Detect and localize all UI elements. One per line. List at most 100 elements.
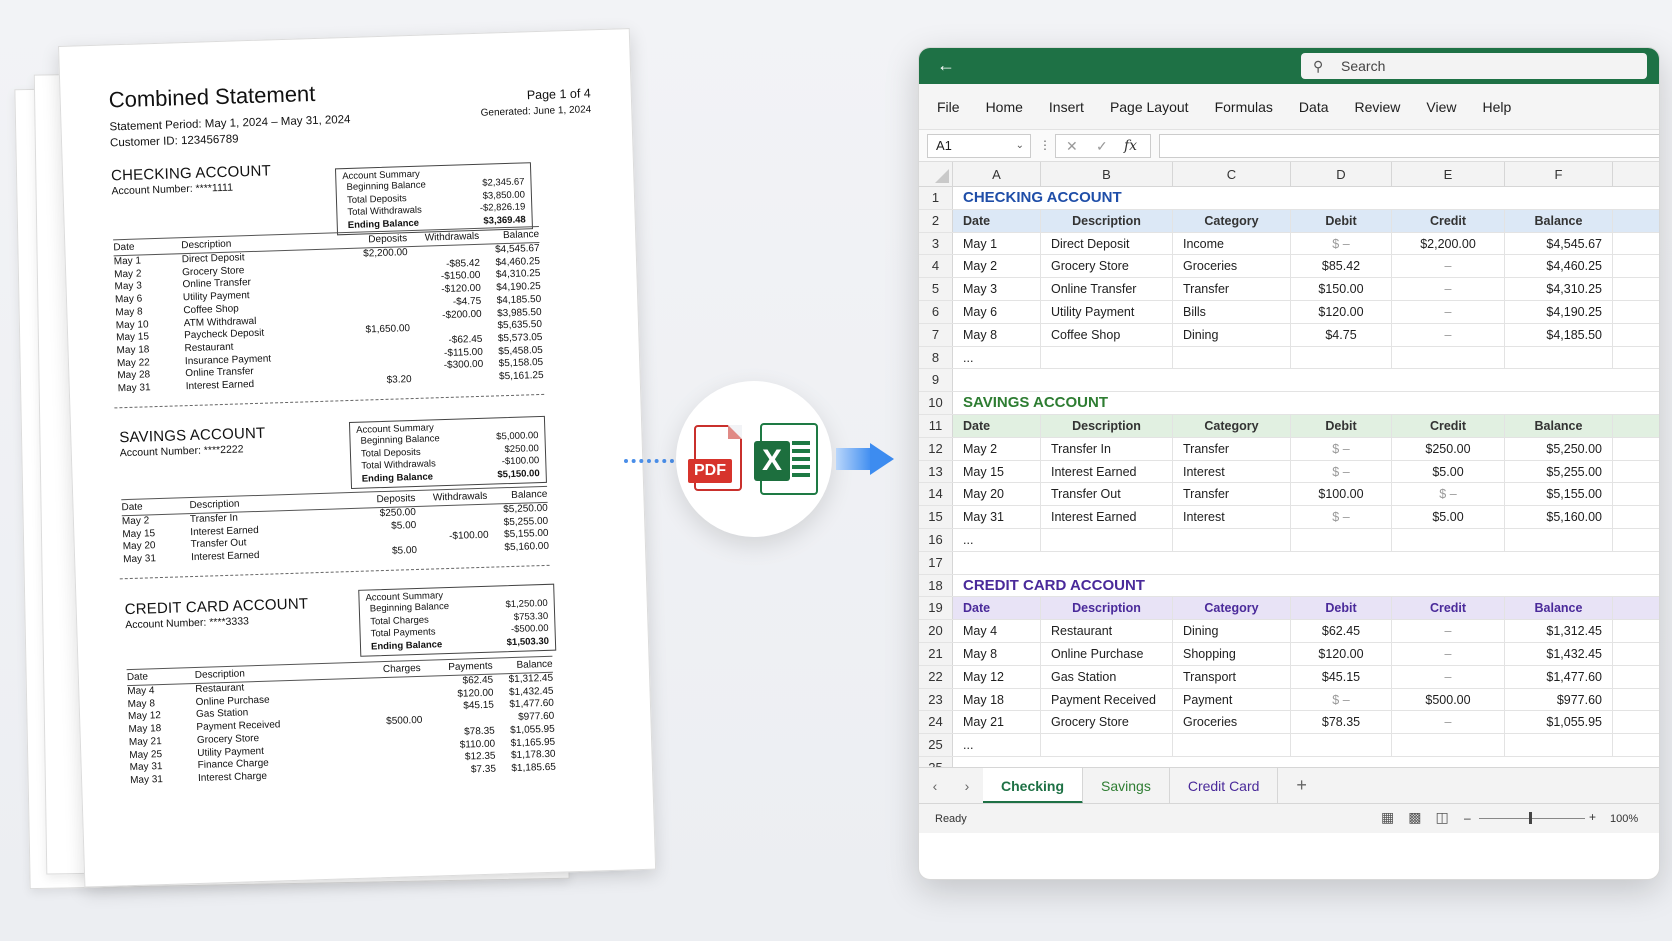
cell[interactable]: Transport (1173, 665, 1291, 688)
cell[interactable]: Interest (1173, 460, 1291, 483)
column-header-f[interactable]: F (1505, 162, 1613, 186)
cell[interactable] (1041, 528, 1173, 551)
ellipsis-cell[interactable]: ... (953, 528, 1041, 551)
cell[interactable]: Grocery Store (1041, 711, 1173, 734)
sheet-tab-checking[interactable]: Checking (983, 767, 1084, 804)
row-number[interactable]: 24 (919, 711, 953, 734)
column-label[interactable]: Description (1041, 597, 1173, 620)
cell[interactable]: $ – (1291, 232, 1392, 255)
select-all-corner[interactable] (919, 162, 953, 186)
row-number[interactable]: 22 (919, 665, 953, 688)
section-title[interactable]: CHECKING ACCOUNT (953, 187, 1659, 209)
cell[interactable]: $5.00 (1392, 506, 1505, 528)
cell[interactable]: Income (1173, 232, 1291, 255)
prev-sheet-icon[interactable]: ‹ (919, 778, 951, 794)
ellipsis-cell[interactable]: ... (953, 734, 1041, 756)
cell[interactable]: – (1392, 300, 1505, 323)
sheet-tab-credit-card[interactable]: Credit Card (1170, 767, 1279, 804)
cell[interactable]: $100.00 (1291, 483, 1392, 506)
cell[interactable]: $1,312.45 (1505, 620, 1613, 642)
cell[interactable]: $45.15 (1291, 665, 1392, 688)
cell[interactable]: Interest (1173, 506, 1291, 528)
cell[interactable] (1041, 734, 1173, 756)
row-number[interactable]: 20 (919, 620, 953, 642)
cell[interactable]: $4,190.25 (1505, 300, 1613, 323)
cell[interactable]: $5,250.00 (1505, 437, 1613, 460)
cell[interactable] (1392, 528, 1505, 551)
cell[interactable]: – (1392, 665, 1505, 688)
cell[interactable]: $62.45 (1291, 620, 1392, 642)
cell[interactable]: $4,185.50 (1505, 323, 1613, 346)
cell[interactable] (953, 552, 1659, 574)
search-box[interactable]: ⚲ Search (1301, 53, 1647, 79)
cell[interactable]: Utility Payment (1041, 300, 1173, 323)
ellipsis-cell[interactable]: ... (953, 346, 1041, 369)
cell[interactable]: $ – (1291, 460, 1392, 483)
cell[interactable]: May 31 (953, 506, 1041, 528)
row-number[interactable]: 9 (919, 369, 953, 392)
cell[interactable]: Payment (1173, 688, 1291, 711)
column-label[interactable]: Debit (1291, 597, 1392, 620)
row-number[interactable]: 7 (919, 323, 953, 346)
row-number[interactable]: 23 (919, 688, 953, 711)
normal-view-icon[interactable]: ▦ (1381, 809, 1394, 826)
cell[interactable] (953, 369, 1659, 391)
cell[interactable] (1291, 346, 1392, 369)
row-number[interactable]: 17 (919, 551, 953, 574)
row-number[interactable]: 2 (919, 209, 953, 232)
cell[interactable]: $977.60 (1505, 688, 1613, 711)
cell[interactable] (1041, 346, 1173, 369)
column-label[interactable]: Description (1041, 414, 1173, 437)
name-box[interactable]: A1 ⌄ (927, 134, 1031, 158)
cell[interactable]: $ – (1291, 688, 1392, 711)
cell[interactable]: Transfer (1173, 278, 1291, 300)
cell[interactable] (1392, 346, 1505, 369)
cell[interactable]: $500.00 (1392, 688, 1505, 711)
cell[interactable]: – (1392, 642, 1505, 665)
cell[interactable]: May 21 (953, 711, 1041, 734)
row-number[interactable]: 25 (919, 734, 953, 756)
cell[interactable]: Payment Received (1041, 688, 1173, 711)
column-label[interactable]: Description (1041, 209, 1173, 232)
cell[interactable]: – (1392, 620, 1505, 642)
cell[interactable] (1505, 528, 1613, 551)
cell[interactable] (1291, 528, 1392, 551)
cell[interactable]: May 4 (953, 620, 1041, 642)
cell[interactable]: $85.42 (1291, 255, 1392, 278)
column-label[interactable]: Date (953, 597, 1041, 620)
cell[interactable]: $ – (1291, 437, 1392, 460)
sheet-tab-savings[interactable]: Savings (1083, 767, 1170, 804)
column-label[interactable]: Category (1173, 209, 1291, 232)
cell[interactable]: Bills (1173, 300, 1291, 323)
menu-page-layout[interactable]: Page Layout (1110, 99, 1189, 115)
row-number[interactable]: 15 (919, 506, 953, 528)
cell[interactable]: – (1392, 278, 1505, 300)
column-label[interactable]: Date (953, 414, 1041, 437)
cell[interactable]: – (1392, 711, 1505, 734)
column-header-c[interactable]: C (1173, 162, 1291, 186)
cell[interactable] (1173, 734, 1291, 756)
row-number[interactable]: 3 (919, 232, 953, 255)
cell[interactable]: $78.35 (1291, 711, 1392, 734)
cell[interactable]: May 20 (953, 483, 1041, 506)
column-label[interactable]: Balance (1505, 414, 1613, 437)
column-label[interactable]: Category (1173, 597, 1291, 620)
cell[interactable]: May 2 (953, 437, 1041, 460)
cell[interactable]: Groceries (1173, 711, 1291, 734)
cell[interactable]: $1,055.95 (1505, 711, 1613, 734)
cell[interactable]: $5,160.00 (1505, 506, 1613, 528)
row-number[interactable]: 4 (919, 255, 953, 278)
menu-data[interactable]: Data (1299, 99, 1329, 115)
menu-review[interactable]: Review (1355, 99, 1401, 115)
cell[interactable]: $4,310.25 (1505, 278, 1613, 300)
row-number[interactable]: 13 (919, 460, 953, 483)
column-label[interactable]: Debit (1291, 414, 1392, 437)
menu-file[interactable]: File (937, 99, 960, 115)
cell[interactable]: Shopping (1173, 642, 1291, 665)
column-label[interactable]: Category (1173, 414, 1291, 437)
column-label[interactable]: Debit (1291, 209, 1392, 232)
cell[interactable]: May 8 (953, 642, 1041, 665)
cell[interactable]: $1,432.45 (1505, 642, 1613, 665)
column-label[interactable]: Credit (1392, 414, 1505, 437)
cell[interactable]: – (1392, 323, 1505, 346)
